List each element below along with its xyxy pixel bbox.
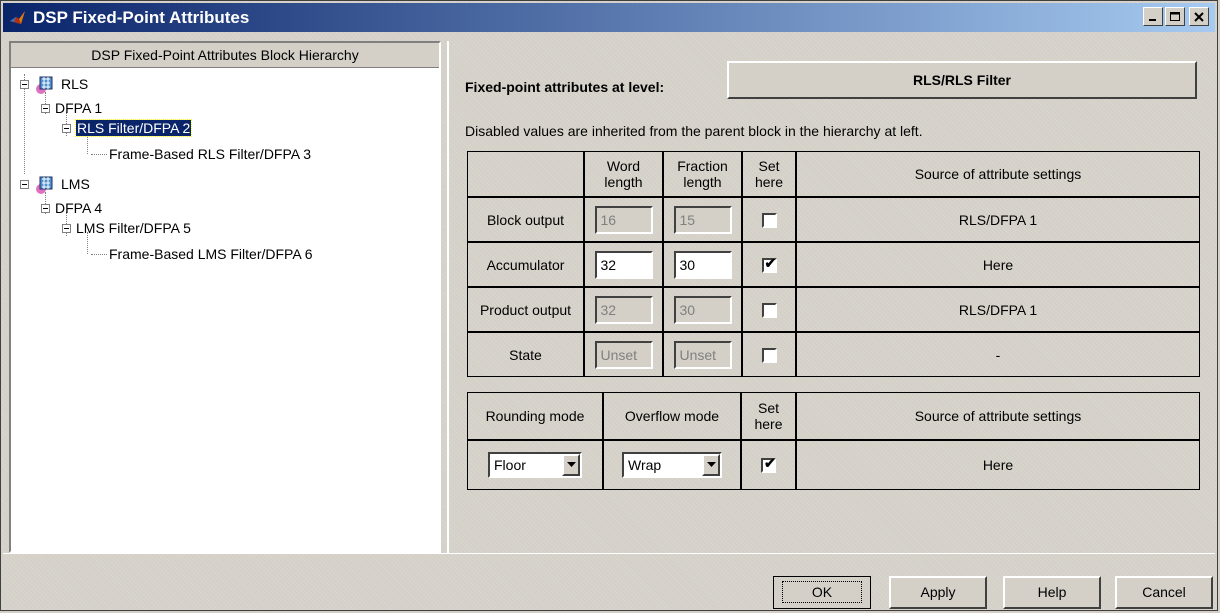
- attributes-table: Word length Fraction length Set here Source…: [467, 151, 1200, 377]
- dialog-window: DSP Fixed-Point Attributes DSP Fixed-Poi…: [0, 0, 1218, 611]
- hierarchy-header: DSP Fixed-Point Attributes Block Hierarc…: [11, 43, 439, 68]
- cancel-button[interactable]: Cancel: [1115, 576, 1213, 609]
- tree-node-rls-filter[interactable]: RLS Filter/DFPA 2: [74, 118, 193, 138]
- title-bar[interactable]: DSP Fixed-Point Attributes: [3, 3, 1215, 32]
- tree-node-rls[interactable]: RLS: [35, 74, 88, 95]
- expand-toggle-dfpa4[interactable]: [41, 204, 50, 213]
- mode-set-here-checkbox[interactable]: ✔: [761, 455, 776, 474]
- mode-source: Here: [796, 440, 1200, 490]
- attributes-header-row: Word length Fraction length Set here Source…: [467, 151, 1200, 197]
- row-label-state: State: [467, 332, 584, 377]
- dropdown-arrow-icon[interactable]: [562, 454, 580, 476]
- attributes-panel: Fixed-point attributes at level: RLS/RLS…: [447, 41, 1213, 553]
- window-title: DSP Fixed-Point Attributes: [33, 8, 250, 27]
- accumulator-word-length-field[interactable]: 32: [594, 250, 653, 279]
- block-output-word-length-field: 16: [594, 205, 653, 234]
- accumulator-source: Here: [796, 242, 1200, 287]
- row-label-accumulator: Accumulator: [467, 242, 584, 287]
- checkmark-icon: ✔: [764, 455, 776, 472]
- row-label-product-output: Product output: [467, 287, 584, 332]
- rounding-mode-select[interactable]: Floor: [488, 452, 582, 478]
- accumulator-set-here-checkbox[interactable]: ✔: [761, 254, 777, 273]
- overflow-mode-select[interactable]: Wrap: [622, 452, 722, 478]
- state-source: -: [796, 332, 1200, 377]
- tree-node-frame-based-rls[interactable]: Frame-Based RLS Filter/DFPA 3: [109, 144, 311, 164]
- inheritance-info: Disabled values are inherited from the p…: [465, 123, 923, 139]
- state-fraction-length-field: Unset: [673, 340, 732, 369]
- accumulator-fraction-length-field[interactable]: 30: [673, 250, 732, 279]
- product-output-set-here-checkbox[interactable]: [761, 302, 777, 318]
- model-block-icon: [36, 176, 53, 195]
- maximize-button[interactable]: [1165, 7, 1185, 26]
- expand-toggle-lms[interactable]: [20, 180, 29, 189]
- header-mode-source: Source of attribute settings: [796, 392, 1200, 440]
- tree-node-dfpa-4[interactable]: DFPA 4: [55, 198, 102, 218]
- button-bar: OK Apply Help Cancel: [3, 553, 1215, 611]
- matlab-logo-icon: [10, 11, 25, 24]
- maximize-icon: [1170, 11, 1180, 21]
- header-blank: [467, 151, 584, 197]
- close-icon: [1194, 11, 1204, 22]
- header-rounding-mode: Rounding mode: [467, 392, 603, 440]
- help-button[interactable]: Help: [1003, 576, 1101, 609]
- expand-toggle-lms-filter[interactable]: [62, 224, 71, 233]
- tree-node-dfpa-1[interactable]: DFPA 1: [55, 98, 102, 118]
- header-source: Source of attribute settings: [796, 151, 1200, 197]
- header-word-length: Word length: [584, 151, 663, 197]
- state-set-here-checkbox[interactable]: [761, 347, 777, 363]
- model-block-icon: [36, 76, 53, 95]
- expand-toggle-rls[interactable]: [20, 80, 29, 89]
- minimize-icon: [1149, 18, 1156, 21]
- header-set-here: Set here: [742, 151, 796, 197]
- level-label: Fixed-point attributes at level:: [465, 79, 665, 95]
- modes-header-row: Rounding mode Overflow mode Set here Sour…: [467, 392, 1200, 440]
- state-word-length-field: Unset: [594, 340, 653, 369]
- tree-node-frame-based-lms[interactable]: Frame-Based LMS Filter/DFPA 6: [109, 244, 313, 264]
- tree-node-lms[interactable]: LMS: [35, 174, 90, 195]
- table-row: Accumulator 32 30 ✔ Here: [467, 242, 1200, 287]
- block-output-fraction-length-field: 15: [673, 205, 732, 234]
- dropdown-arrow-icon[interactable]: [702, 454, 720, 476]
- row-label-block-output: Block output: [467, 197, 584, 242]
- table-row: Product output 32 30 RLS/DFPA 1: [467, 287, 1200, 332]
- close-button[interactable]: [1189, 7, 1209, 26]
- product-output-word-length-field: 32: [594, 295, 653, 324]
- expand-toggle-rls-filter[interactable]: [62, 124, 71, 133]
- ok-button[interactable]: OK: [773, 576, 871, 609]
- block-output-source: RLS/DFPA 1: [796, 197, 1200, 242]
- header-mode-set-here: Set here: [741, 392, 796, 440]
- product-output-source: RLS/DFPA 1: [796, 287, 1200, 332]
- minimize-button[interactable]: [1143, 7, 1163, 26]
- table-row: Block output 16 15 RLS/DFPA 1: [467, 197, 1200, 242]
- expand-toggle-dfpa1[interactable]: [41, 104, 50, 113]
- header-fraction-length: Fraction length: [663, 151, 742, 197]
- product-output-fraction-length-field: 30: [673, 295, 732, 324]
- modes-table: Rounding mode Overflow mode Set here Sour…: [467, 392, 1200, 490]
- header-overflow-mode: Overflow mode: [603, 392, 741, 440]
- tree-node-lms-filter[interactable]: LMS Filter/DFPA 5: [76, 218, 191, 238]
- block-output-set-here-checkbox[interactable]: [761, 212, 777, 228]
- checkmark-icon: ✔: [764, 254, 777, 271]
- apply-button[interactable]: Apply: [889, 576, 987, 609]
- hierarchy-panel: DSP Fixed-Point Attributes Block Hierarc…: [9, 41, 441, 553]
- table-row: State Unset Unset -: [467, 332, 1200, 377]
- table-row: Floor Wrap ✔ Here: [467, 440, 1200, 490]
- level-button[interactable]: RLS/RLS Filter: [727, 61, 1197, 99]
